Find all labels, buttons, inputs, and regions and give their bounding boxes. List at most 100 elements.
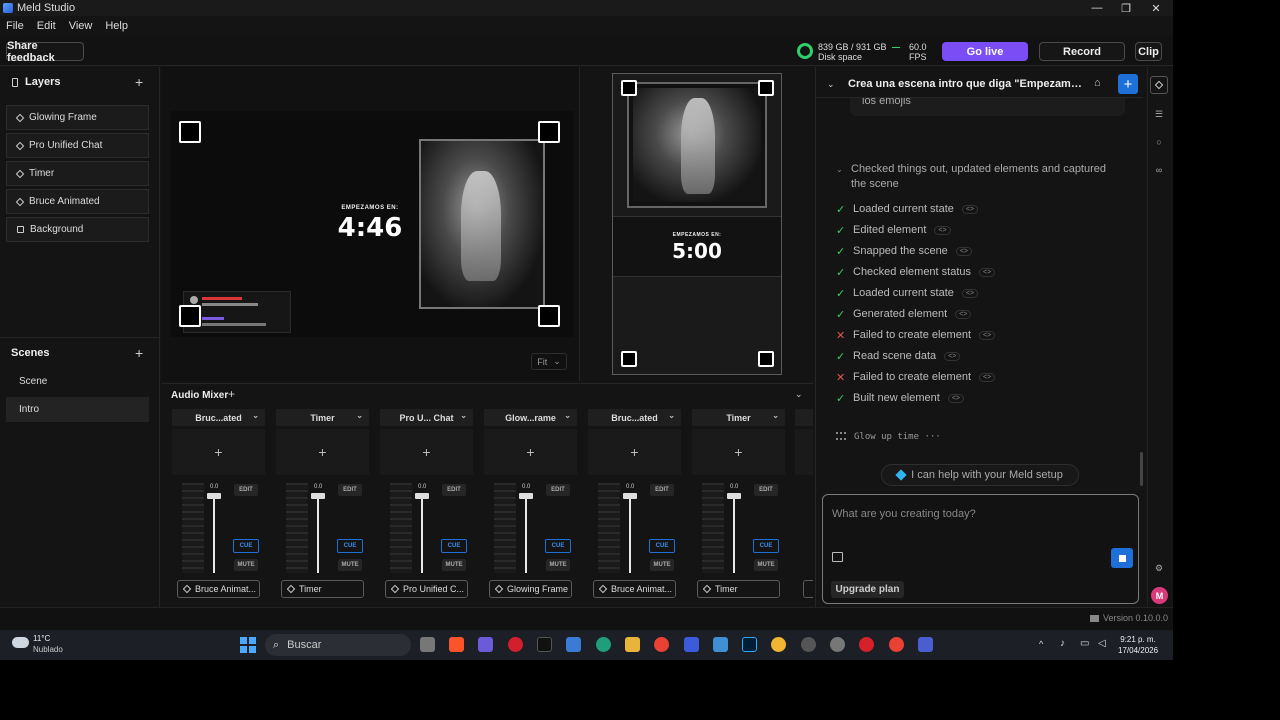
clip-button[interactable]: Clip bbox=[1135, 42, 1162, 61]
edge-icon[interactable] bbox=[596, 637, 611, 652]
resize-handle-top-left[interactable] bbox=[621, 80, 637, 96]
fader-track[interactable] bbox=[629, 495, 631, 573]
add-filter-button[interactable]: + bbox=[692, 429, 785, 475]
landscape-canvas[interactable]: EMPEZAMOS EN: 4:46 bbox=[171, 111, 573, 337]
code-icon[interactable]: <> bbox=[979, 330, 996, 340]
channel-source-button[interactable]: Timer bbox=[281, 580, 364, 598]
maximize-button[interactable]: ❐ bbox=[1111, 0, 1141, 16]
tool-step[interactable]: ✓ Checked element status <> bbox=[836, 264, 996, 280]
add-filter-button[interactable]: + bbox=[380, 429, 473, 475]
link-icon[interactable]: ∞ bbox=[1153, 164, 1165, 176]
tool-step[interactable]: ✓ Generated element <> bbox=[836, 306, 972, 322]
task-view-icon[interactable] bbox=[420, 637, 435, 652]
add-filter-button[interactable]: + bbox=[276, 429, 369, 475]
meld-studio-taskbar-icon[interactable] bbox=[918, 637, 933, 652]
record-button[interactable]: Record bbox=[1039, 42, 1125, 61]
code-icon[interactable]: <> bbox=[955, 309, 972, 319]
resize-handle-bottom-left[interactable] bbox=[179, 305, 201, 327]
channel-source-button[interactable]: Bruce Animat... bbox=[177, 580, 260, 598]
resize-handle-bottom-left[interactable] bbox=[621, 351, 637, 367]
network-icon[interactable]: ▭ bbox=[1080, 638, 1089, 649]
mute-button[interactable]: MUTE bbox=[546, 559, 570, 571]
fader-knob[interactable] bbox=[207, 493, 221, 499]
new-chat-button[interactable]: + bbox=[1118, 74, 1138, 94]
add-filter-button[interactable]: + bbox=[172, 429, 265, 475]
settings-icon[interactable]: ⚙ bbox=[1153, 562, 1165, 574]
fader-knob[interactable] bbox=[311, 493, 325, 499]
add-filter-button[interactable]: + bbox=[588, 429, 681, 475]
channel-header[interactable]: Bruc...ated ⌄ bbox=[172, 409, 265, 426]
code-icon[interactable]: <> bbox=[961, 204, 979, 214]
go-live-button[interactable]: Go live bbox=[942, 42, 1028, 61]
chrome-icon[interactable] bbox=[654, 637, 669, 652]
brave-browser-icon[interactable] bbox=[449, 637, 464, 652]
home-icon[interactable]: ⌂ bbox=[1094, 77, 1106, 89]
menu-file[interactable]: File bbox=[6, 20, 24, 32]
chat-bubble-icon[interactable]: ○ bbox=[1153, 136, 1165, 148]
cue-button[interactable]: CUE bbox=[337, 539, 363, 553]
channel-source-button[interactable]: Pro Unified C... bbox=[385, 580, 468, 598]
stop-send-button[interactable] bbox=[1111, 548, 1133, 568]
channel-header[interactable]: Bruc...ated ⌄ bbox=[588, 409, 681, 426]
tool-step[interactable]: ✓ Built new element <> bbox=[836, 390, 965, 406]
avatar[interactable]: M bbox=[1151, 587, 1168, 604]
fit-dropdown[interactable]: Fit ⌄ bbox=[531, 353, 567, 370]
tool-step[interactable]: ✕ Failed to create element <> bbox=[836, 327, 996, 343]
settings-sliders-icon[interactable]: ☰ bbox=[1153, 108, 1165, 120]
fader-knob[interactable] bbox=[415, 493, 429, 499]
channel-header[interactable]: Glow...rame ⌄ bbox=[484, 409, 577, 426]
store-icon[interactable] bbox=[566, 637, 581, 652]
upgrade-plan-button[interactable]: Upgrade plan bbox=[831, 581, 904, 598]
record-app-icon[interactable] bbox=[859, 637, 874, 652]
resize-handle-top-right[interactable] bbox=[758, 80, 774, 96]
layer-item-glowing-frame[interactable]: Glowing Frame bbox=[6, 105, 149, 130]
resize-handle-top-right[interactable] bbox=[538, 121, 560, 143]
resize-handle-top-left[interactable] bbox=[179, 121, 201, 143]
microphone-icon[interactable]: ♪ bbox=[1060, 638, 1065, 649]
tool-step[interactable]: ✓ Loaded current state <> bbox=[836, 201, 979, 217]
tool-step[interactable]: ✓ Read scene data <> bbox=[836, 348, 961, 364]
helper-pill[interactable]: I can help with your Meld setup bbox=[881, 464, 1079, 486]
add-filter-button[interactable]: + bbox=[484, 429, 577, 475]
mute-button[interactable]: MUTE bbox=[754, 559, 778, 571]
chrome-alt-icon[interactable] bbox=[889, 637, 904, 652]
cue-button[interactable]: CUE bbox=[233, 539, 259, 553]
edit-button[interactable]: EDIT bbox=[234, 484, 258, 496]
channel-source-button[interactable]: Bruce Animat... bbox=[593, 580, 676, 598]
cue-button[interactable]: CUE bbox=[441, 539, 467, 553]
fader-knob[interactable] bbox=[519, 493, 533, 499]
code-icon[interactable]: <> bbox=[961, 288, 979, 298]
chevron-down-icon[interactable]: ⌄ bbox=[827, 79, 835, 90]
add-audio-button[interactable]: + bbox=[228, 387, 235, 401]
weather-temp[interactable]: 11°C bbox=[33, 634, 50, 643]
minimize-button[interactable]: — bbox=[1082, 0, 1112, 16]
mute-button[interactable]: MUTE bbox=[234, 559, 258, 571]
volume-icon[interactable]: ◁ bbox=[1098, 638, 1106, 649]
channel-header[interactable]: Pro U... Chat ⌄ bbox=[380, 409, 473, 426]
photos-icon[interactable] bbox=[713, 637, 728, 652]
menu-help[interactable]: Help bbox=[105, 20, 128, 32]
chat-scrollbar[interactable] bbox=[1140, 452, 1143, 486]
windows-start-icon[interactable] bbox=[240, 637, 256, 653]
fader-track[interactable] bbox=[317, 495, 319, 573]
opera-icon[interactable] bbox=[508, 637, 523, 652]
settings-app-icon[interactable] bbox=[830, 637, 845, 652]
edit-button[interactable]: EDIT bbox=[754, 484, 778, 496]
scene-item-intro[interactable]: Intro bbox=[6, 397, 149, 422]
code-icon[interactable]: <> bbox=[979, 372, 996, 382]
add-layer-button[interactable]: + bbox=[135, 74, 143, 90]
fader-track[interactable] bbox=[213, 495, 215, 573]
share-feedback-button[interactable]: Share feedback bbox=[6, 40, 84, 64]
prompt-input[interactable] bbox=[832, 505, 1122, 523]
code-icon[interactable]: <> bbox=[979, 267, 996, 277]
cue-button[interactable]: CUE bbox=[545, 539, 571, 553]
add-scene-button[interactable]: + bbox=[135, 345, 143, 361]
menu-view[interactable]: View bbox=[69, 20, 93, 32]
vertical-canvas[interactable]: EMPEZAMOS EN: 5:00 bbox=[612, 73, 782, 375]
chrome-profile-icon[interactable] bbox=[771, 637, 786, 652]
mute-button[interactable]: MUTE bbox=[650, 559, 674, 571]
tiktok-icon[interactable] bbox=[537, 637, 552, 652]
edit-button[interactable]: EDIT bbox=[546, 484, 570, 496]
code-icon[interactable]: <> bbox=[944, 351, 961, 361]
obs-icon[interactable] bbox=[801, 637, 816, 652]
